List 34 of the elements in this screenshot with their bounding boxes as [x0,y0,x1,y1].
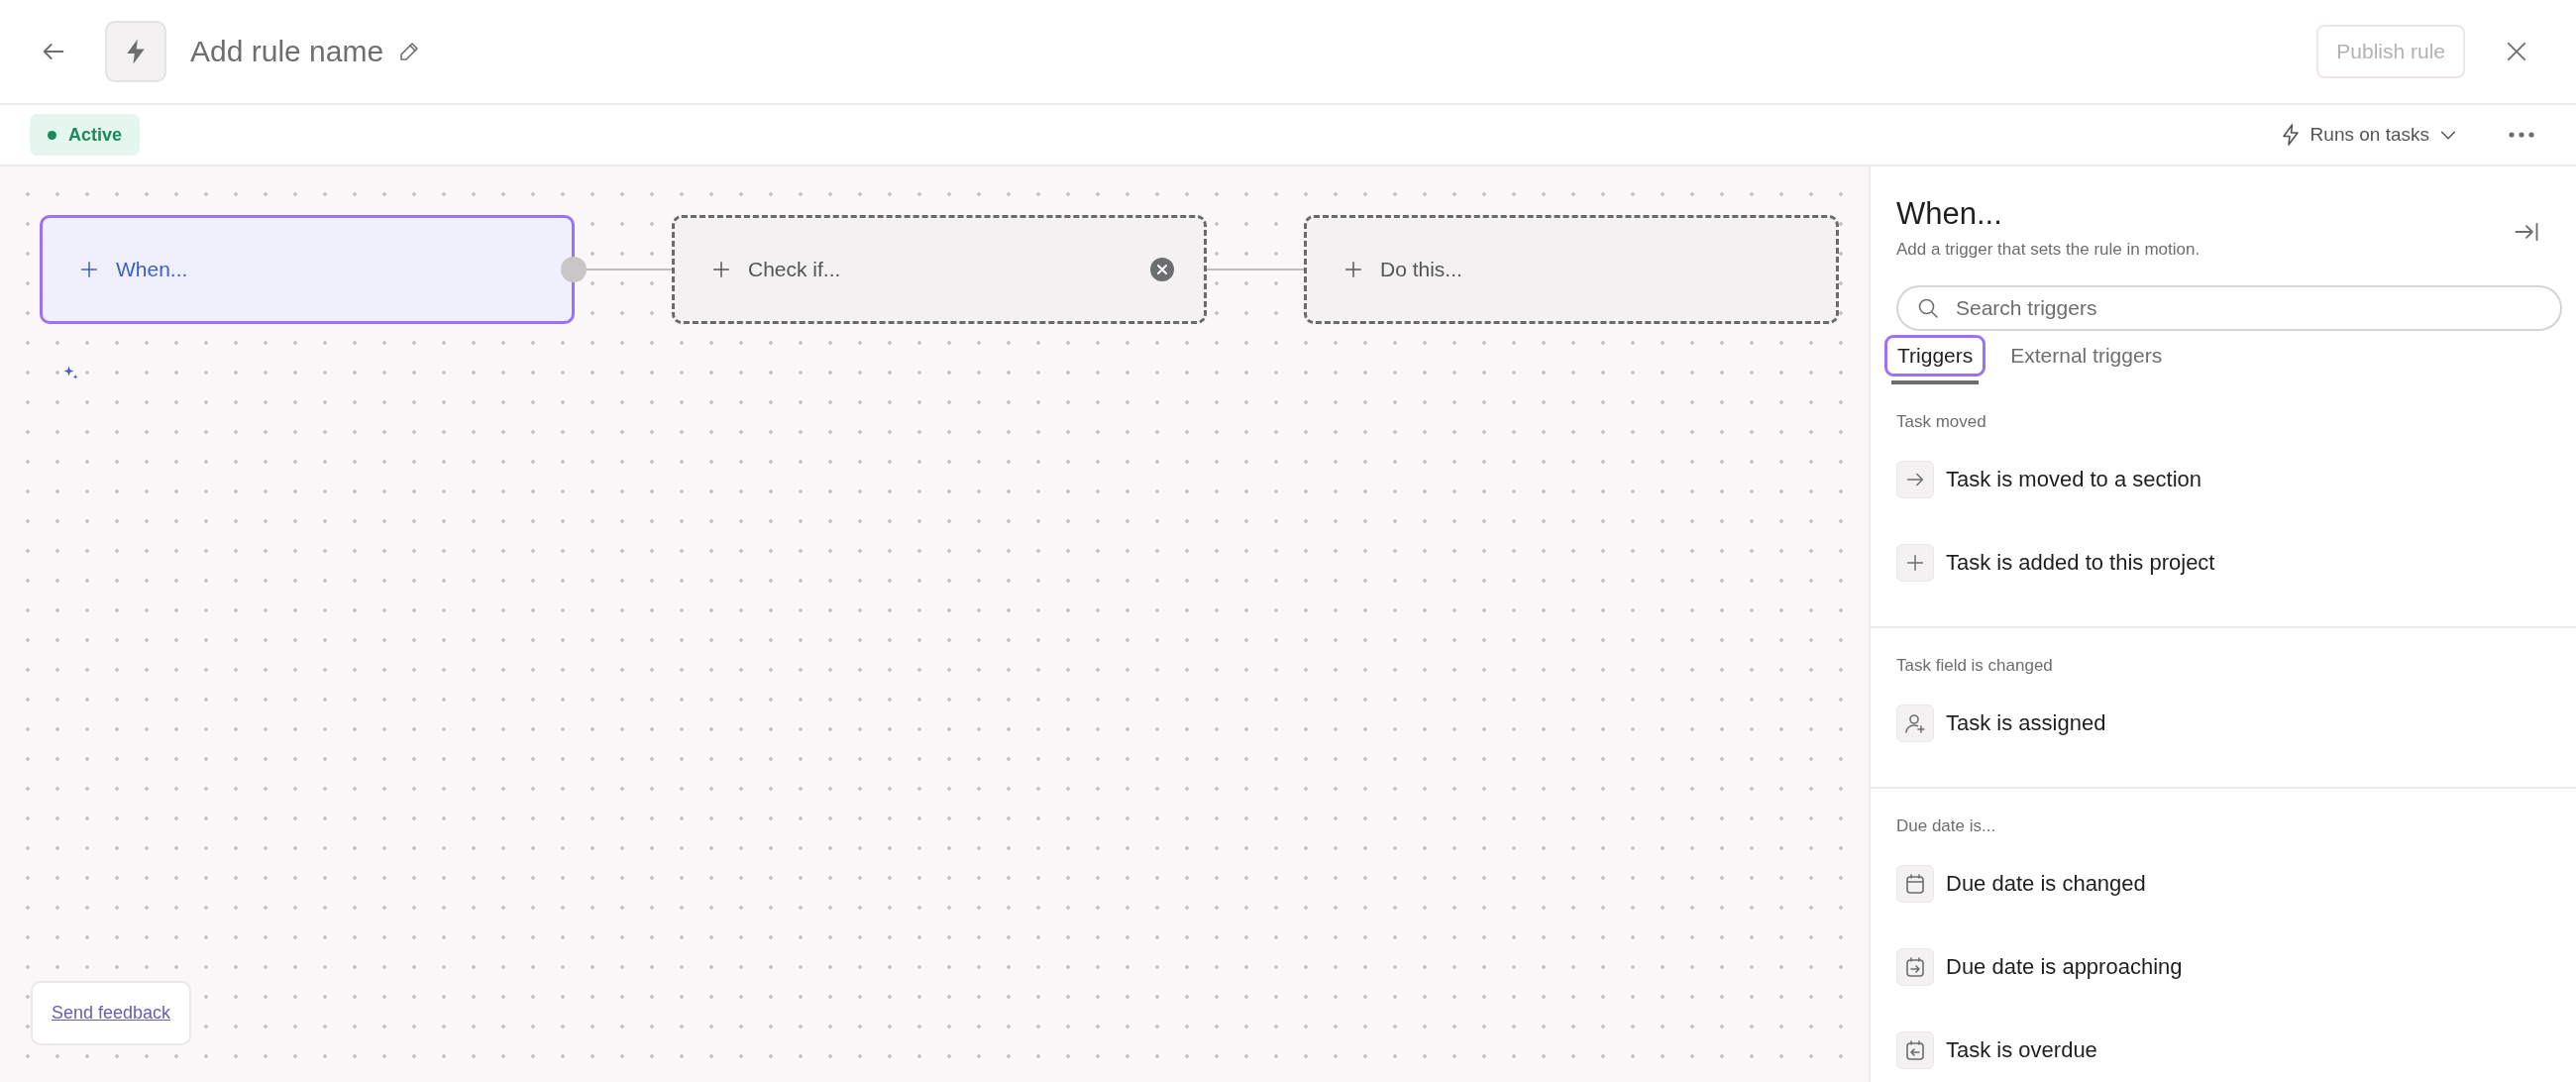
panel-subtitle: Add a trigger that sets the rule in motion. [1896,240,2200,260]
more-button[interactable] [2509,132,2534,138]
trigger-item[interactable]: Due date is approaching [1896,925,2576,1009]
rule-step-node[interactable]: When... [40,215,575,324]
section-heading: Task field is changed [1896,656,2054,676]
send-feedback-link[interactable]: Send feedback [31,981,192,1045]
tab[interactable]: Triggers [1884,335,1986,377]
trigger-item[interactable]: Task is added to this project [1896,521,2576,604]
rule-step-node[interactable]: Do this... [1304,215,1839,324]
more-icon [2509,132,2534,138]
search-field[interactable]: Search triggers [1896,285,2562,331]
tab[interactable]: External triggers [1997,335,2176,377]
remove-icon[interactable] [1150,258,1174,281]
status-label: Active [68,124,123,146]
plus-icon [1904,552,1926,574]
calendar-arrow-icon [1903,955,1927,979]
calendar-arrow-icon [1903,1038,1927,1062]
plus-icon [78,259,100,280]
rule-step-node[interactable]: Check if... [672,215,1207,324]
section-heading: Task moved [1896,412,1987,432]
calendar-icon [1903,872,1927,896]
plus-icon [1342,259,1364,280]
runs-on-dropdown[interactable]: Runs on tasks [2272,122,2465,148]
search-icon [1916,296,1940,320]
trigger-item[interactable]: Due date is changed [1896,842,2576,925]
panel-title: When... [1896,196,2003,232]
connector-handle[interactable] [561,257,587,282]
section-heading: Due date is... [1896,816,1997,836]
rule-name[interactable]: Add rule name [190,35,384,68]
trigger-item[interactable]: Task is overdue [1896,1009,2576,1082]
trigger-item[interactable]: Task is assigned [1896,682,2576,765]
plus-icon [710,259,732,280]
trigger-item[interactable]: Task is moved to a section [1896,438,2576,521]
person-add-icon [1903,711,1927,735]
